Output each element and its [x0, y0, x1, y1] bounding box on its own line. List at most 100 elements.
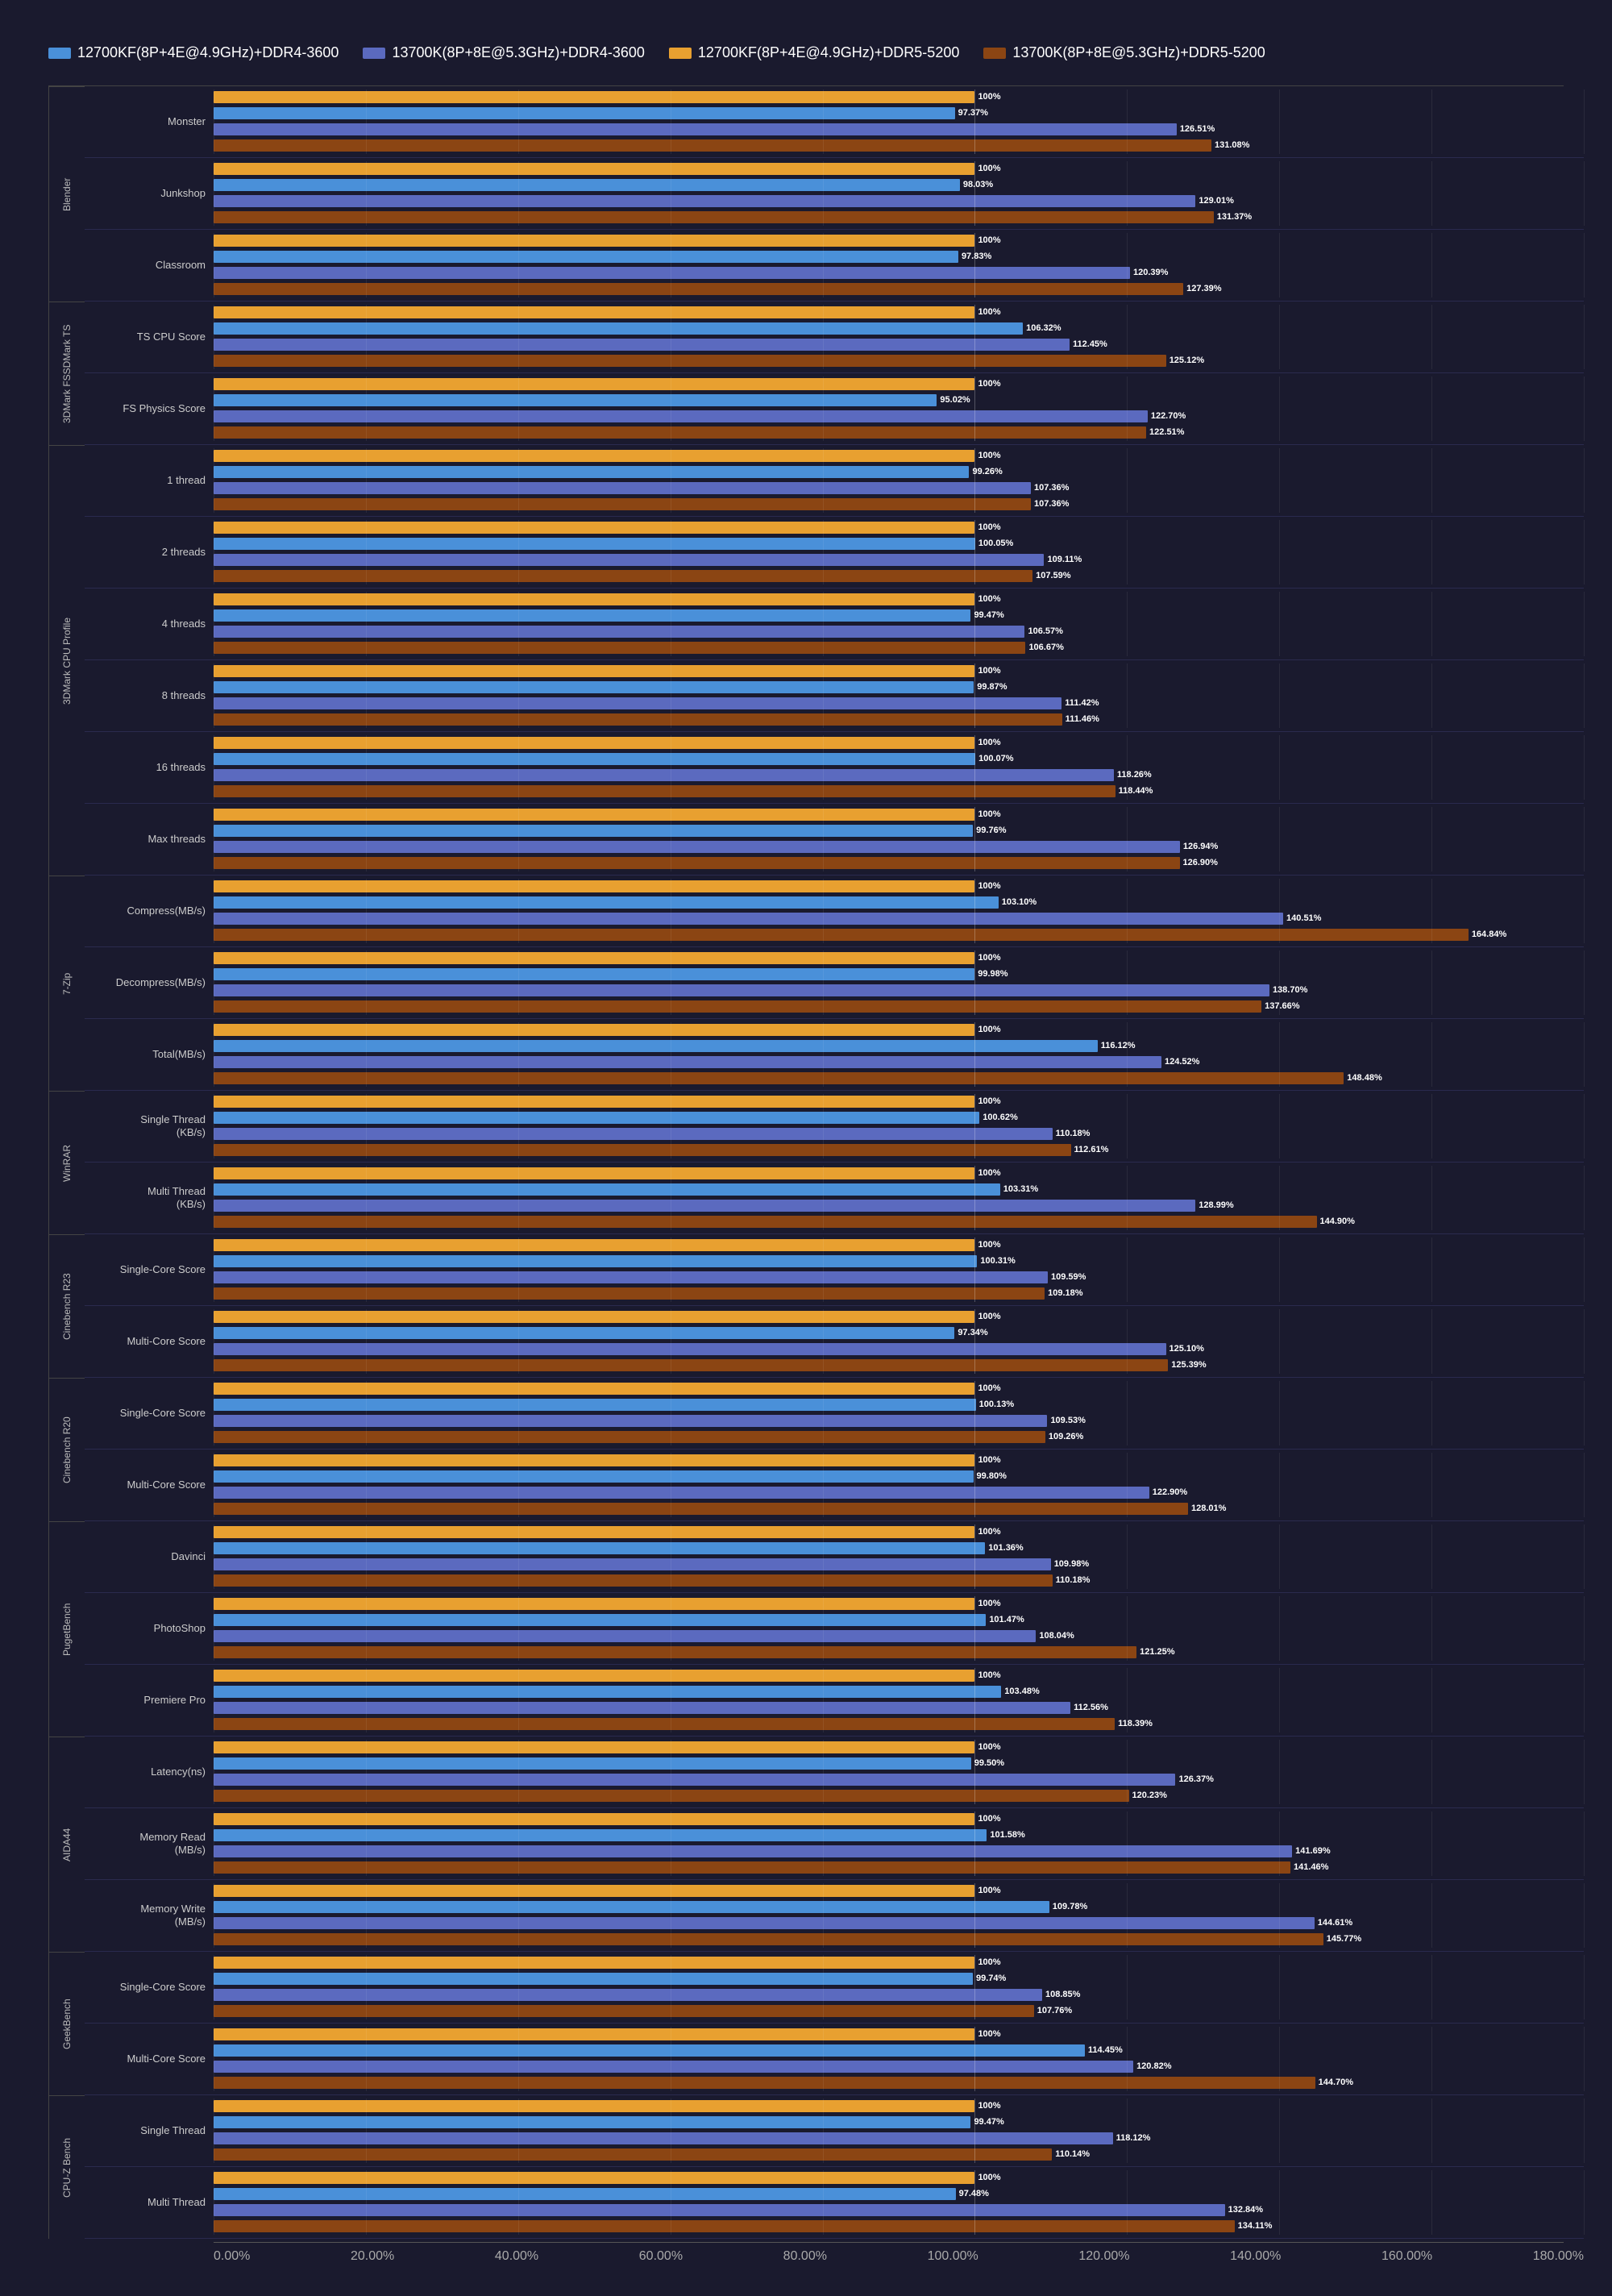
- bar-value: 125.10%: [1170, 1344, 1204, 1354]
- bar-row: 120.39%: [214, 265, 1584, 280]
- bar-value: 100%: [978, 379, 1000, 389]
- legend-label: 13700K(8P+8E@5.3GHz)+DDR4-3600: [392, 44, 644, 61]
- bar-row: 108.85%: [214, 1987, 1584, 2002]
- bar-row: 125.39%: [214, 1358, 1584, 1372]
- bar-value: 107.36%: [1034, 499, 1069, 509]
- bar: [214, 1686, 1001, 1698]
- bar-value: 100%: [978, 2029, 1000, 2039]
- bar: [214, 1359, 1168, 1371]
- bar-value: 144.61%: [1318, 1918, 1352, 1928]
- bar-row: 100%: [214, 161, 1584, 176]
- bar-value: 116.12%: [1101, 1041, 1136, 1050]
- bar-group: Memory Write(MB/s)100%109.78%144.61%145.…: [85, 1880, 1584, 1952]
- x-axis-label: 60.00%: [639, 2249, 683, 2264]
- bar-group: Max threads100%99.76%126.94%126.90%: [85, 804, 1584, 876]
- x-axis-labels: 0.00%20.00%40.00%60.00%80.00%100.00%120.…: [214, 2249, 1584, 2264]
- bar: [214, 1431, 1045, 1443]
- chart-section: Cinebench R20Single-Core Score100%100.13…: [48, 1378, 1564, 1521]
- bar-value: 100%: [978, 451, 1000, 460]
- row-label: Single Thread(KB/s): [85, 1094, 214, 1158]
- bar-row: 148.48%: [214, 1071, 1584, 1085]
- bar-row: 100.05%: [214, 536, 1584, 551]
- bar-row: 100%: [214, 1453, 1584, 1467]
- bar-value: 141.46%: [1294, 1862, 1328, 1872]
- bar-value: 103.48%: [1004, 1687, 1039, 1696]
- bar-row: 112.56%: [214, 1700, 1584, 1715]
- bar: [214, 753, 975, 765]
- bar: [214, 593, 974, 605]
- x-axis-label: 100.00%: [928, 2249, 978, 2264]
- bar: [214, 642, 1025, 654]
- bar-group: Latency(ns)100%99.50%126.37%120.23%: [85, 1737, 1584, 1808]
- bar-row: 100%: [214, 1955, 1584, 1969]
- bar: [214, 841, 1180, 853]
- bar-value: 103.31%: [1003, 1184, 1038, 1194]
- bar: [214, 570, 1032, 582]
- legend-color: [48, 48, 71, 59]
- bar-value: 100%: [978, 1096, 1000, 1106]
- bar-group: TS CPU Score100%106.32%112.45%125.12%: [85, 302, 1584, 373]
- bar-row: 118.12%: [214, 2131, 1584, 2145]
- row-label: Max threads: [85, 807, 214, 871]
- bar-row: 101.58%: [214, 1828, 1584, 1842]
- bar-row: 100.31%: [214, 1254, 1584, 1268]
- category-label: 3DMark FSSDMark TS: [48, 302, 85, 445]
- bar: [214, 355, 1166, 367]
- bar-row: 100%: [214, 663, 1584, 678]
- bar-value: 106.57%: [1028, 626, 1062, 636]
- bar: [214, 913, 1283, 925]
- row-label: Classroom: [85, 233, 214, 297]
- bar: [214, 554, 1044, 566]
- bar-row: 120.82%: [214, 2059, 1584, 2073]
- bar: [214, 163, 974, 175]
- bar-row: 118.39%: [214, 1716, 1584, 1731]
- row-label: Single-Core Score: [85, 1237, 214, 1302]
- bar-row: 125.12%: [214, 353, 1584, 368]
- bar: [214, 929, 1469, 941]
- bar: [214, 378, 974, 390]
- bar: [214, 1000, 1261, 1013]
- bar-row: 109.18%: [214, 1286, 1584, 1300]
- bar-value: 110.18%: [1056, 1129, 1091, 1138]
- bar: [214, 1271, 1048, 1283]
- x-axis-label: 120.00%: [1078, 2249, 1129, 2264]
- bar-row: 100%: [214, 1596, 1584, 1611]
- bar-row: 97.34%: [214, 1325, 1584, 1340]
- legend-color: [669, 48, 692, 59]
- bar: [214, 2005, 1034, 2017]
- bar-row: 109.78%: [214, 1899, 1584, 1914]
- bar-value: 109.11%: [1047, 555, 1082, 564]
- chart-section: 3DMark CPU Profile1 thread100%99.26%107.…: [48, 445, 1564, 876]
- bar-value: 95.02%: [940, 395, 970, 405]
- bar-row: 131.08%: [214, 138, 1584, 152]
- bar-group: FS Physics Score100%95.02%122.70%122.51%: [85, 373, 1584, 445]
- legend-item: 13700K(8P+8E@5.3GHz)+DDR4-3600: [363, 44, 644, 61]
- bar-row: 124.52%: [214, 1054, 1584, 1069]
- bar: [214, 538, 975, 550]
- bar: [214, 1526, 974, 1538]
- legend-label: 13700K(8P+8E@5.3GHz)+DDR5-5200: [1012, 44, 1265, 61]
- bar-row: 109.26%: [214, 1429, 1584, 1444]
- bar: [214, 1327, 954, 1339]
- category-label: WinRAR: [48, 1091, 85, 1234]
- bar-value: 109.18%: [1048, 1288, 1082, 1298]
- bar-value: 109.26%: [1049, 1432, 1083, 1441]
- bar-value: 128.99%: [1199, 1200, 1233, 1210]
- category-label: 7-Zip: [48, 876, 85, 1091]
- bar-value: 100%: [978, 1527, 1000, 1537]
- bar-row: 122.70%: [214, 409, 1584, 423]
- bar-value: 118.12%: [1116, 2133, 1151, 2143]
- bar-row: 164.84%: [214, 927, 1584, 942]
- bar: [214, 2077, 1315, 2089]
- bar-value: 112.61%: [1074, 1145, 1109, 1154]
- bar: [214, 1542, 985, 1554]
- bar-value: 100.07%: [978, 754, 1013, 763]
- bar-row: 100%: [214, 233, 1584, 247]
- bar-value: 99.80%: [977, 1471, 1007, 1481]
- bar: [214, 1239, 974, 1251]
- bar-value: 100%: [978, 1957, 1000, 1967]
- bar: [214, 498, 1031, 510]
- bar-group: 1 thread100%99.26%107.36%107.36%: [85, 445, 1584, 517]
- bar-value: 144.70%: [1319, 2078, 1353, 2087]
- bar: [214, 251, 958, 263]
